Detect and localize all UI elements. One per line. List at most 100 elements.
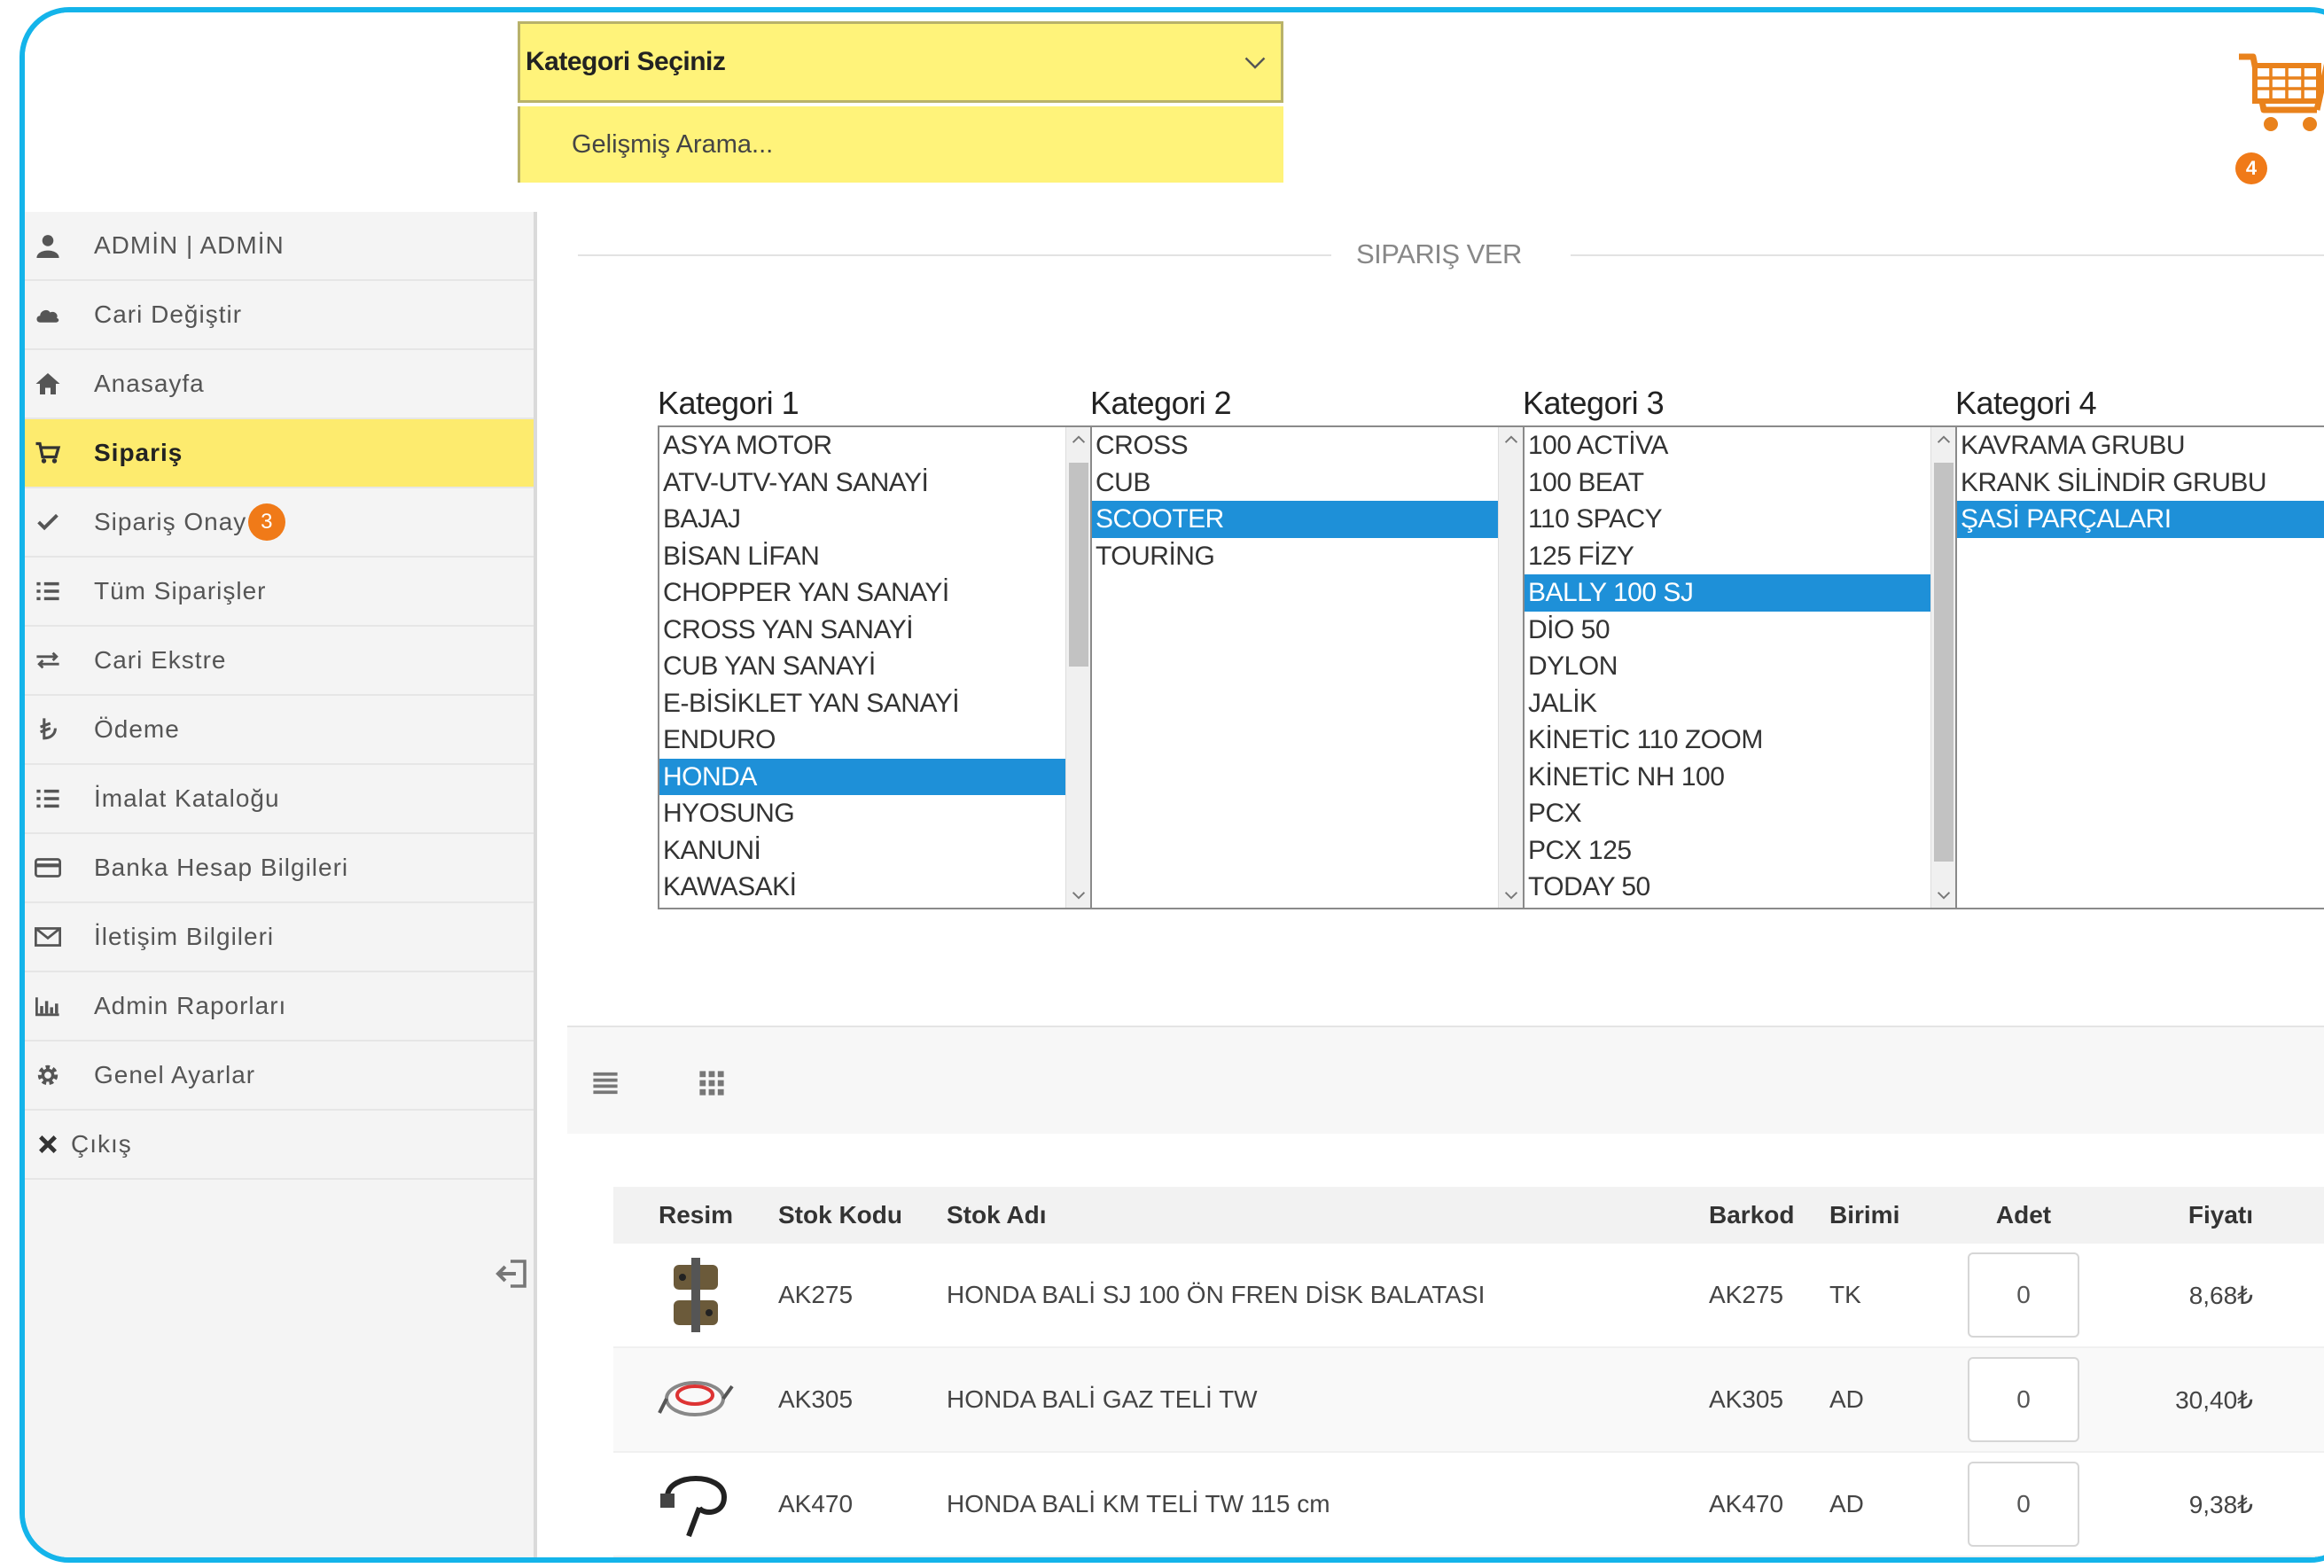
credit-card-icon bbox=[30, 850, 66, 885]
sidebar-item-change-account[interactable]: Cari Değiştir bbox=[25, 281, 534, 350]
list-option[interactable]: BAJAJ bbox=[659, 501, 1090, 538]
scrollbar[interactable] bbox=[1498, 427, 1523, 908]
list-option[interactable]: CUB YAN SANAYİ bbox=[659, 648, 1090, 685]
quantity-input[interactable]: 0 bbox=[1968, 1252, 2079, 1338]
chevron-up-icon[interactable] bbox=[1504, 433, 1518, 447]
list-option[interactable]: PCX 125 bbox=[1525, 832, 1955, 870]
list-view-icon[interactable] bbox=[590, 1068, 620, 1098]
sidebar-item-all-orders[interactable]: Tüm Siparişler bbox=[25, 558, 534, 627]
list-option[interactable]: 100 BEAT bbox=[1525, 464, 1955, 502]
exchange-icon bbox=[30, 643, 66, 678]
sidebar-item-label: İmalat Kataloğu bbox=[94, 784, 280, 812]
sidebar-item-label: Cari Değiştir bbox=[94, 300, 243, 328]
user-icon bbox=[30, 228, 66, 263]
list-option-selected[interactable]: BALLY 100 SJ bbox=[1525, 574, 1932, 612]
scrollbar-thumb[interactable] bbox=[1069, 463, 1088, 667]
list-option[interactable]: 125 FİZY bbox=[1525, 538, 1955, 575]
list-option[interactable]: BİSAN LİFAN bbox=[659, 538, 1090, 575]
category-1-listbox[interactable]: ASYA MOTOR ATV-UTV-YAN SANAYİ BAJAJ BİSA… bbox=[658, 425, 1092, 909]
list-option[interactable]: E-BİSİKLET YAN SANAYİ bbox=[659, 685, 1090, 722]
table-row: AK275 HONDA BALİ SJ 100 ÖN FREN DİSK BAL… bbox=[613, 1244, 2324, 1348]
brake-pad-icon bbox=[674, 1258, 718, 1332]
table-row: AK470 HONDA BALİ KM TELİ TW 115 cm AK470… bbox=[613, 1453, 2324, 1557]
sidebar-item-label: Tüm Siparişler bbox=[94, 577, 267, 605]
list-option[interactable]: JALİK bbox=[1525, 685, 1955, 722]
divider bbox=[1571, 254, 2324, 256]
list-option[interactable]: 110 SPACY bbox=[1525, 501, 1955, 538]
quantity-input[interactable]: 0 bbox=[1968, 1357, 2079, 1442]
chevron-up-icon[interactable] bbox=[1937, 433, 1951, 447]
scrollbar[interactable] bbox=[1065, 427, 1090, 908]
sidebar-item-label: İletişim Bilgileri bbox=[94, 923, 275, 950]
chevron-down-icon[interactable] bbox=[1072, 888, 1086, 902]
view-toolbar bbox=[567, 1027, 2324, 1134]
price: 30,40₺ bbox=[2175, 1385, 2253, 1414]
category-4-column: Kategori 4 KAVRAMA GRUBU KRANK SİLİNDİR … bbox=[1955, 385, 2324, 909]
sidebar-item-payment[interactable]: Ödeme bbox=[25, 696, 534, 765]
list-option[interactable]: DYLON bbox=[1525, 648, 1955, 685]
cart-button[interactable]: 4 bbox=[2232, 39, 2324, 190]
list-option[interactable]: 100 ACTİVA bbox=[1525, 427, 1955, 464]
list-icon bbox=[30, 573, 66, 609]
list-option-selected[interactable]: ŞASİ PARÇALARI bbox=[1957, 501, 2324, 538]
chevron-up-icon[interactable] bbox=[1072, 433, 1086, 447]
cart-count-badge: 4 bbox=[2235, 152, 2267, 184]
envelope-icon bbox=[30, 919, 66, 955]
list-option[interactable]: ENDURO bbox=[659, 722, 1090, 759]
advanced-search-link[interactable]: Gelişmiş Arama... bbox=[518, 106, 1283, 183]
category-3-listbox[interactable]: 100 ACTİVA 100 BEAT 110 SPACY 125 FİZY B… bbox=[1523, 425, 1957, 909]
category-4-label: Kategori 4 bbox=[1955, 385, 2097, 421]
list-option[interactable]: CUB bbox=[1092, 464, 1523, 502]
list-option[interactable]: KRANK SİLİNDİR GRUBU bbox=[1957, 464, 2324, 502]
category-4-listbox[interactable]: KAVRAMA GRUBU KRANK SİLİNDİR GRUBU ŞASİ … bbox=[1955, 425, 2324, 909]
category-select[interactable]: Kategori Seçiniz bbox=[518, 21, 1283, 103]
list-option[interactable]: ASYA MOTOR bbox=[659, 427, 1090, 464]
sidebar-item-label: Çıkış bbox=[71, 1130, 132, 1158]
category-2-listbox[interactable]: CROSS CUB SCOOTER TOURİNG bbox=[1090, 425, 1525, 909]
list-option[interactable]: CROSS bbox=[1092, 427, 1523, 464]
list-option[interactable]: DİO 50 bbox=[1525, 612, 1955, 649]
list-option[interactable]: ATV-UTV-YAN SANAYİ bbox=[659, 464, 1090, 502]
list-option-selected[interactable]: SCOOTER bbox=[1092, 501, 1500, 538]
list-option[interactable]: PCX bbox=[1525, 795, 1955, 832]
list-option[interactable]: KİNETİC 110 ZOOM bbox=[1525, 722, 1955, 759]
sidebar-item-order-approval[interactable]: Sipariş Onay 3 bbox=[25, 488, 534, 558]
scrollbar-thumb[interactable] bbox=[1934, 463, 1954, 862]
product-image[interactable] bbox=[648, 1247, 744, 1343]
scrollbar[interactable] bbox=[1930, 427, 1955, 908]
sidebar-item-contact-info[interactable]: İletişim Bilgileri bbox=[25, 903, 534, 972]
quantity-input[interactable]: 0 bbox=[1968, 1462, 2079, 1547]
list-option[interactable]: KİNETİC NH 100 bbox=[1525, 759, 1955, 796]
barcode: AK305 bbox=[1709, 1385, 1784, 1413]
list-option[interactable]: CHOPPER YAN SANAYİ bbox=[659, 574, 1090, 612]
sidebar-item-user[interactable]: ADMİN | ADMİN bbox=[25, 212, 534, 281]
stock-code: AK275 bbox=[778, 1281, 854, 1308]
grid-view-icon[interactable] bbox=[697, 1068, 727, 1098]
list-option[interactable]: HYOSUNG bbox=[659, 795, 1090, 832]
sidebar-item-logout[interactable]: Çıkış bbox=[25, 1111, 534, 1180]
chevron-down-icon[interactable] bbox=[1937, 888, 1951, 902]
sidebar-item-general-settings[interactable]: Genel Ayarlar bbox=[25, 1041, 534, 1111]
sidebar-item-label: Banka Hesap Bilgileri bbox=[94, 854, 349, 881]
sidebar-item-manufacturing-catalog[interactable]: İmalat Kataloğu bbox=[25, 765, 534, 834]
chevron-down-icon[interactable] bbox=[1504, 888, 1518, 902]
product-image[interactable] bbox=[648, 1352, 744, 1447]
sidebar-collapse-icon[interactable] bbox=[495, 1256, 530, 1291]
sidebar-item-label: Ödeme bbox=[94, 715, 180, 743]
list-icon bbox=[30, 781, 66, 816]
sidebar-item-account-statement[interactable]: Cari Ekstre bbox=[25, 627, 534, 696]
list-option-selected[interactable]: HONDA bbox=[659, 758, 1067, 795]
product-image[interactable] bbox=[648, 1456, 744, 1552]
sidebar-item-bank-accounts[interactable]: Banka Hesap Bilgileri bbox=[25, 834, 534, 903]
sidebar-item-home[interactable]: Anasayfa bbox=[25, 350, 534, 419]
list-option[interactable]: TODAY 50 bbox=[1525, 869, 1955, 906]
sidebar-item-admin-reports[interactable]: Admin Raporları bbox=[25, 972, 534, 1041]
col-header-code: Stok Kodu bbox=[778, 1201, 902, 1229]
list-option[interactable]: TOURİNG bbox=[1092, 538, 1523, 575]
list-option[interactable]: CROSS YAN SANAYİ bbox=[659, 612, 1090, 649]
sidebar-item-label: Admin Raporları bbox=[94, 992, 287, 1019]
list-option[interactable]: KAWASAKİ bbox=[659, 869, 1090, 906]
sidebar-item-order[interactable]: Sipariş bbox=[25, 419, 534, 488]
list-option[interactable]: KANUNİ bbox=[659, 832, 1090, 870]
list-option[interactable]: KAVRAMA GRUBU bbox=[1957, 427, 2324, 464]
